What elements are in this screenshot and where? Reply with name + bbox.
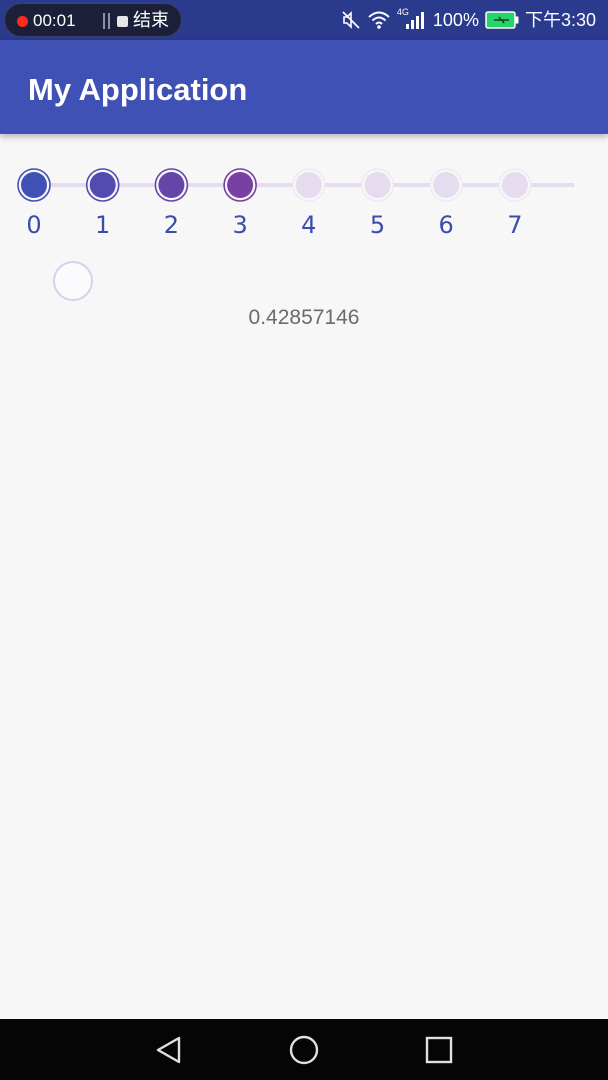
progress-value: 0.42857146 — [248, 306, 360, 329]
step-label-6: 6 — [438, 211, 454, 239]
step-node-3[interactable] — [223, 168, 257, 202]
step-node-4[interactable] — [292, 168, 326, 202]
step-label-0: 0 — [26, 211, 42, 239]
step-label-4: 4 — [301, 211, 317, 239]
step-node-2[interactable] — [154, 168, 189, 202]
app-bar: My Application — [0, 40, 608, 134]
step-label-1: 1 — [95, 211, 111, 239]
clock: 下午3:30 — [524, 10, 596, 30]
battery-percent: 100% — [432, 10, 479, 30]
step-label-3: 3 — [232, 211, 248, 239]
recents-icon[interactable] — [422, 1033, 456, 1067]
navigation-bar — [0, 1019, 608, 1080]
stop-icon[interactable] — [117, 16, 128, 27]
step-node-5[interactable] — [360, 168, 395, 202]
wifi-icon — [368, 11, 390, 29]
step-node-7[interactable] — [498, 168, 532, 202]
back-icon[interactable] — [152, 1033, 186, 1067]
screen: 00:01 结束 4G 100% 下午3:30 My Application 0… — [0, 0, 608, 1080]
screen-recording-pill[interactable]: 00:01 结束 — [4, 3, 182, 37]
step-label-2: 2 — [163, 211, 180, 239]
step-label-7: 7 — [507, 211, 523, 239]
home-icon[interactable] — [287, 1033, 321, 1067]
main-content: 0 1 2 3 4 5 6 7 0.42857146 — [0, 134, 608, 1019]
step-node-0[interactable] — [17, 168, 51, 202]
mute-icon — [342, 11, 360, 29]
status-bar: 00:01 结束 4G 100% 下午3:30 — [0, 0, 608, 40]
signal-icon: 4G — [397, 7, 427, 31]
step-label-5: 5 — [369, 211, 386, 239]
step-node-6[interactable] — [429, 168, 463, 202]
touch-ripple-indicator — [53, 261, 93, 301]
step-track — [17, 168, 574, 202]
status-icons: 4G 100% 下午3:30 — [341, 0, 596, 40]
step-node-1[interactable] — [85, 168, 120, 202]
recording-time: 00:01 — [33, 11, 76, 30]
step-progress-bar[interactable]: 0 1 2 3 4 5 6 7 — [0, 134, 608, 244]
drag-handle-icon — [103, 13, 111, 29]
battery-charging-icon — [485, 11, 519, 29]
recording-end-label[interactable]: 结束 — [133, 9, 169, 33]
app-title: My Application — [28, 72, 248, 107]
recording-dot-icon — [17, 16, 28, 27]
